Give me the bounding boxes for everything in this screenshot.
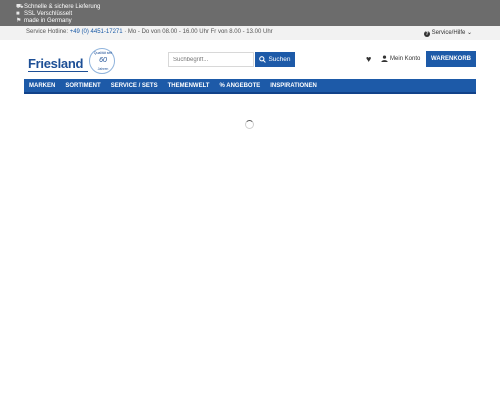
badge-number: 60 (99, 57, 107, 64)
usp-text: Schnelle & sichere Lieferung (24, 4, 101, 10)
badge-top-text: Qualität seit (93, 51, 113, 55)
flag-icon: ⚑ (16, 18, 22, 24)
badge-bottom-text: Jahren (97, 67, 109, 71)
chevron-down-icon: ⌄ (467, 30, 473, 36)
search-input[interactable] (168, 52, 254, 67)
nav-item-service-sets[interactable]: SERVICE / SETS (106, 83, 163, 89)
service-hotline: Service Hotline: +49 (0) 4451-17271 · Mo… (26, 29, 273, 35)
lock-icon: ■ (16, 11, 20, 17)
hotline-label: Service Hotline: (26, 29, 69, 35)
logo-home-link[interactable]: Friesland Qualität seit 60 Jahren (28, 48, 118, 74)
nav-item-angebote[interactable]: % ANGEBOTE (214, 83, 265, 89)
truck-icon: ⛟ (16, 4, 24, 10)
anniversary-badge: Qualität seit 60 Jahren (89, 48, 115, 74)
search-button-label: Suchen (268, 56, 291, 63)
usp-item: ⛟ Schnelle & sichere Lieferung (16, 4, 100, 11)
cart-button[interactable]: WARENKORB (426, 51, 476, 67)
usp-item: ⚑ made in Germany (16, 18, 72, 25)
usp-text: SSL Verschlüsselt (24, 11, 73, 17)
wishlist-button[interactable]: ♥ (366, 55, 371, 64)
loading-spinner-icon (245, 120, 254, 129)
heart-icon: ♥ (366, 54, 372, 64)
search-button[interactable]: Suchen (255, 52, 295, 67)
nav-item-inspirationen[interactable]: INSPIRATIONEN (265, 83, 322, 89)
main-navigation: MARKEN SORTIMENT SERVICE / SETS THEMENWE… (24, 79, 476, 94)
usp-bar: ⛟ Schnelle & sichere Lieferung ■ SSL Ver… (0, 0, 500, 26)
service-help-dropdown[interactable]: ? Service/Hilfe ⌄ (424, 29, 472, 37)
hotline-number-link[interactable]: +49 (0) 4451-17271 (70, 29, 123, 35)
search-icon (259, 56, 267, 63)
user-icon (381, 55, 388, 62)
nav-item-themenwelt[interactable]: THEMENWELT (163, 83, 215, 89)
my-account-button[interactable]: Mein Konto (381, 55, 420, 62)
usp-text: made in Germany (24, 18, 72, 24)
nav-item-sortiment[interactable]: SORTIMENT (60, 83, 105, 89)
logo-wordmark: Friesland (28, 56, 84, 71)
logo-underline (28, 71, 88, 72)
nav-item-marken[interactable]: MARKEN (24, 83, 60, 89)
account-label: Mein Konto (390, 55, 421, 62)
question-circle-icon: ? (424, 31, 430, 37)
service-help-label: Service/Hilfe (431, 30, 466, 36)
usp-item: ■ SSL Verschlüsselt (16, 11, 72, 18)
contact-bar: Service Hotline: +49 (0) 4451-17271 · Mo… (0, 26, 500, 40)
opening-hours: · Mo - Do von 08.00 - 16.00 Uhr Fr von 8… (122, 29, 273, 35)
